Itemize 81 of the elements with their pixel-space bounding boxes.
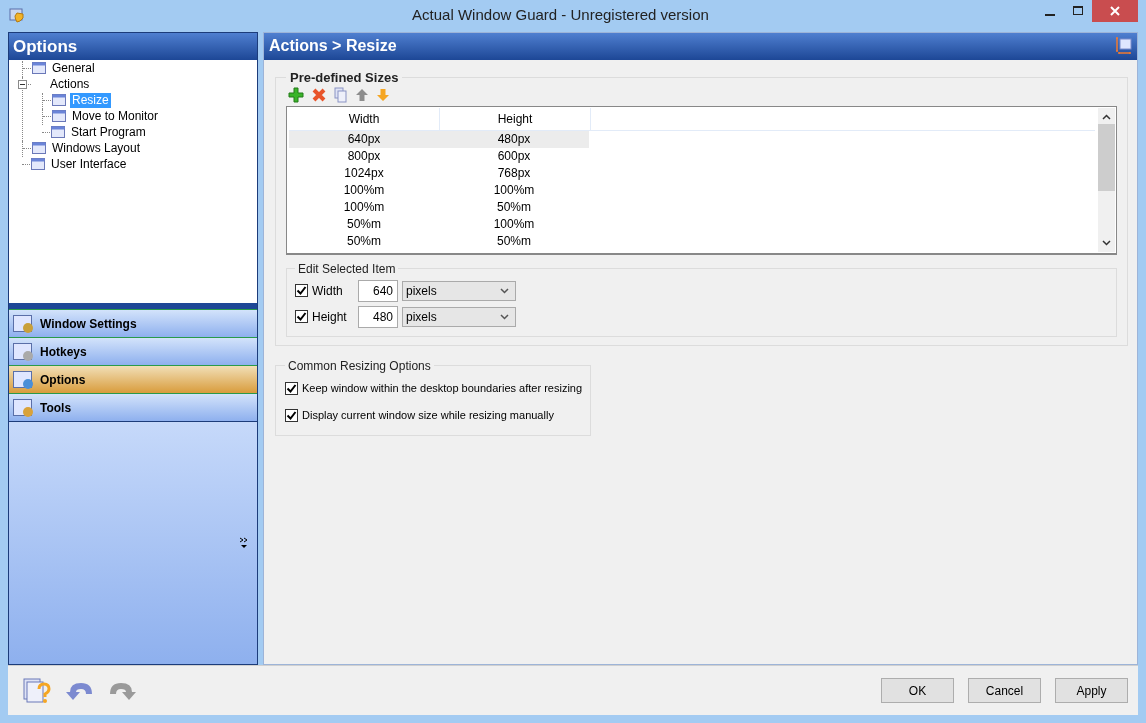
unit-dropdown[interactable]: pixels <box>402 280 516 301</box>
window-icon <box>31 60 47 77</box>
table-cell-text: 50%m <box>496 198 532 216</box>
panel-icon <box>12 368 36 391</box>
number-field[interactable]: 480 <box>358 305 398 328</box>
table-cell-text: 100%m <box>342 181 386 199</box>
tree-item[interactable]: User Interface <box>49 157 129 173</box>
tree-item[interactable]: Start Program <box>69 125 148 141</box>
page-title: Actions > Resize <box>269 37 397 56</box>
table-cell-text: 100%m <box>492 181 536 199</box>
table-cell-text: 50%m <box>496 232 532 250</box>
nav-button[interactable]: Tools <box>9 393 257 421</box>
table-row[interactable]: 50%m 100%m <box>289 215 1095 233</box>
tree-item[interactable]: General <box>50 61 97 77</box>
nav-button[interactable]: Hotkeys <box>9 337 257 365</box>
delete-icon[interactable] <box>311 86 327 103</box>
column-header[interactable]: Height <box>440 107 591 130</box>
window-icon <box>31 140 47 157</box>
app-shield-icon <box>9 7 25 23</box>
window-icon <box>50 124 66 141</box>
splitter-handle[interactable] <box>9 303 257 309</box>
checkbox-label: Keep window within the desktop boundaries after resizing <box>302 382 583 395</box>
table-row[interactable]: 100%m 100%m <box>289 181 1095 199</box>
window-icon <box>30 156 46 173</box>
group-title: Common Resizing Options <box>287 358 432 373</box>
field-label: Height <box>312 309 348 324</box>
table-cell-text: 50%m <box>346 232 382 250</box>
add-icon[interactable] <box>288 86 304 103</box>
checkbox-label: Display current window size while resizing manually <box>302 409 554 422</box>
group-title: Pre-defined Sizes <box>289 69 400 85</box>
panel-icon <box>12 340 36 363</box>
window-title: Actual Window Guard - Unregistered version <box>411 6 710 23</box>
collapse-icon[interactable] <box>18 80 27 90</box>
tree-item[interactable]: Windows Layout <box>50 141 143 157</box>
field-label: Width <box>312 283 344 298</box>
nav-button[interactable]: Window Settings <box>9 309 257 337</box>
panel-title: Options <box>9 32 257 60</box>
table-cell-text: 1024px <box>343 164 385 182</box>
table-cell-text: 600px <box>496 147 532 165</box>
dialog-button[interactable]: OK <box>881 678 954 704</box>
table-row[interactable]: 800px 600px <box>289 147 1095 165</box>
checkbox[interactable] <box>295 284 308 298</box>
panel-icon <box>12 312 36 335</box>
maximize-icon <box>1072 5 1084 17</box>
dialog-button[interactable]: Cancel <box>968 678 1041 704</box>
window-icon <box>51 92 67 109</box>
group-title: Edit Selected Item <box>297 261 397 276</box>
tree-item[interactable]: Actions <box>48 77 92 93</box>
table-row[interactable]: 50%m 50%m <box>289 232 1095 250</box>
minimize-icon <box>1045 14 1055 16</box>
chevron-icon[interactable] <box>239 537 249 550</box>
close-icon <box>1109 5 1121 17</box>
panel-icon <box>12 396 36 419</box>
table-row[interactable]: 1024px 768px <box>289 164 1095 182</box>
copy-icon[interactable] <box>334 86 348 103</box>
table-row[interactable]: 100%m 50%m <box>289 198 1095 216</box>
checkbox[interactable] <box>295 310 308 324</box>
table-cell-text: 768px <box>496 164 532 182</box>
table-cell-text: 800px <box>346 147 382 165</box>
caret-icon <box>500 313 509 320</box>
table-cell-text: 100%m <box>342 198 386 216</box>
unit-dropdown[interactable]: pixels <box>402 306 516 327</box>
table-cell-text: 50%m <box>346 215 382 233</box>
close-button[interactable] <box>1092 0 1138 22</box>
scroll-up-icon[interactable] <box>1102 113 1111 120</box>
number-field[interactable]: 640 <box>358 279 398 302</box>
scrollbar[interactable] <box>1098 107 1115 252</box>
checkbox[interactable] <box>285 408 298 422</box>
dialog-button[interactable]: Apply <box>1055 678 1128 704</box>
table-cell-text: 480px <box>496 130 532 148</box>
resize-icon <box>1115 37 1133 56</box>
move-up-icon[interactable] <box>355 87 369 102</box>
window-icon <box>51 108 67 125</box>
table-cell-text: 100%m <box>492 215 536 233</box>
table-cell-text: 640px <box>346 130 382 148</box>
caret-icon <box>500 287 509 294</box>
scroll-down-icon[interactable] <box>1102 239 1111 246</box>
nav-button[interactable]: Options <box>9 365 257 393</box>
checkbox[interactable] <box>285 381 298 395</box>
tree-item[interactable]: Move to Monitor <box>70 109 161 125</box>
column-header[interactable]: Width <box>289 107 440 130</box>
